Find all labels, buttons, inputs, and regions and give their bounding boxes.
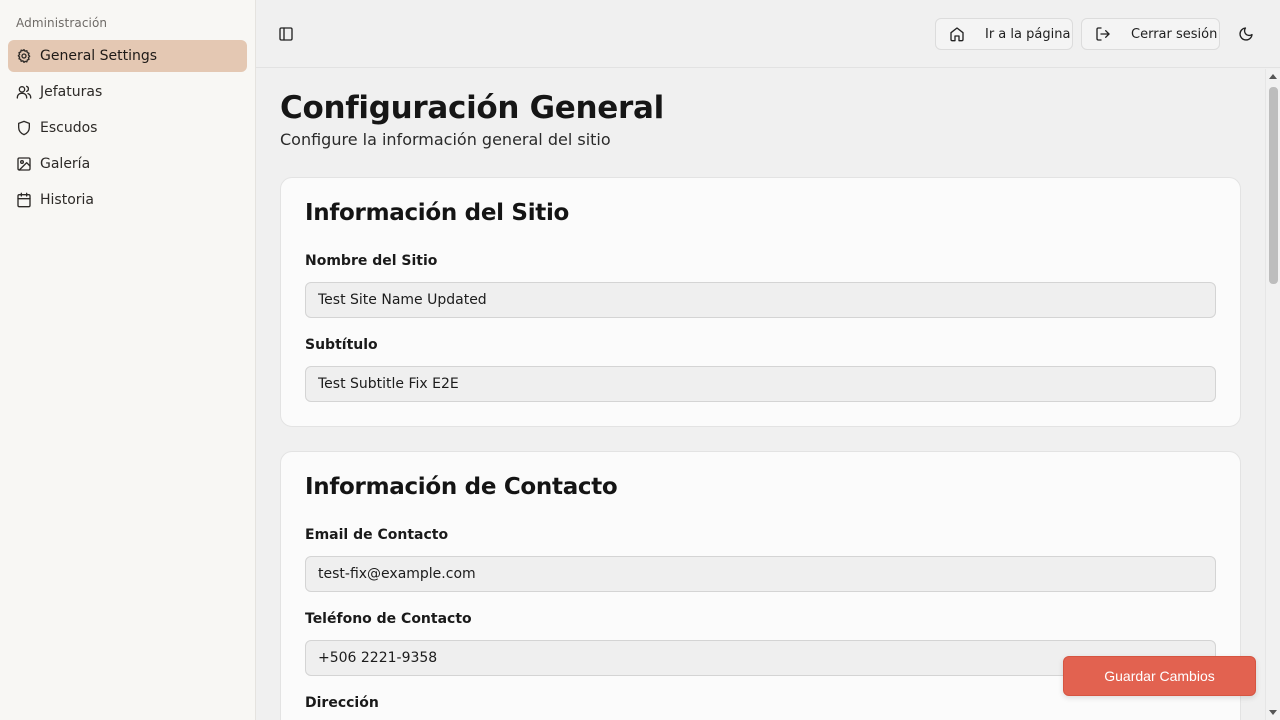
- sidebar-item-label: Historia: [40, 192, 94, 208]
- calendar-icon: [16, 192, 32, 208]
- page-subtitle: Configure la información general del sit…: [280, 130, 611, 149]
- page-title: Configuración General: [280, 90, 664, 126]
- address-label: Dirección: [305, 695, 379, 711]
- subtitle-label: Subtítulo: [305, 337, 378, 353]
- site-info-title: Información del Sitio: [305, 200, 570, 226]
- sidebar-item-label: Escudos: [40, 120, 98, 136]
- top-header: Ir a la página Cerrar sesión: [256, 0, 1280, 68]
- save-changes-button[interactable]: Guardar Cambios: [1063, 656, 1256, 696]
- sidebar-item-label: General Settings: [40, 48, 158, 64]
- scroll-down-icon[interactable]: [1269, 710, 1277, 715]
- moon-icon[interactable]: [1236, 24, 1256, 44]
- sidebar-nav: General Settings Jefaturas Escudos Galer…: [8, 40, 247, 220]
- logout-button[interactable]: Cerrar sesión: [1081, 18, 1220, 50]
- sidebar-item-galeria[interactable]: Galería: [8, 148, 247, 180]
- logout-label: Cerrar sesión: [1131, 26, 1218, 42]
- site-name-label: Nombre del Sitio: [305, 253, 438, 269]
- shield-icon: [16, 120, 32, 136]
- site-name-input[interactable]: [305, 282, 1216, 318]
- email-label: Email de Contacto: [305, 527, 449, 543]
- home-icon: [949, 26, 965, 42]
- go-to-page-button[interactable]: Ir a la página: [935, 18, 1073, 50]
- sidebar-item-label: Galería: [40, 156, 91, 172]
- sidebar-item-escudos[interactable]: Escudos: [8, 112, 247, 144]
- go-to-page-label: Ir a la página: [985, 26, 1071, 42]
- sidebar-item-jefaturas[interactable]: Jefaturas: [8, 76, 247, 108]
- sidebar: Administración General Settings Jefatura…: [0, 0, 256, 720]
- sidebar-toggle-icon[interactable]: [276, 24, 296, 44]
- site-info-card: Información del Sitio Nombre del Sitio S…: [280, 177, 1241, 427]
- page-scrollbar[interactable]: [1265, 69, 1280, 720]
- sidebar-item-general-settings[interactable]: General Settings: [8, 40, 247, 72]
- users-icon: [16, 84, 32, 100]
- sidebar-group-label: Administración: [16, 16, 108, 30]
- scroll-up-icon[interactable]: [1269, 74, 1277, 79]
- subtitle-input[interactable]: [305, 366, 1216, 402]
- gear-icon: [16, 48, 32, 64]
- scroll-thumb[interactable]: [1269, 87, 1278, 284]
- contact-info-title: Información de Contacto: [305, 474, 618, 500]
- email-field[interactable]: [305, 556, 1216, 592]
- sidebar-item-historia[interactable]: Historia: [8, 184, 247, 216]
- sidebar-item-label: Jefaturas: [40, 84, 103, 100]
- phone-label: Teléfono de Contacto: [305, 611, 472, 627]
- logout-icon: [1095, 26, 1111, 42]
- image-icon: [16, 156, 32, 172]
